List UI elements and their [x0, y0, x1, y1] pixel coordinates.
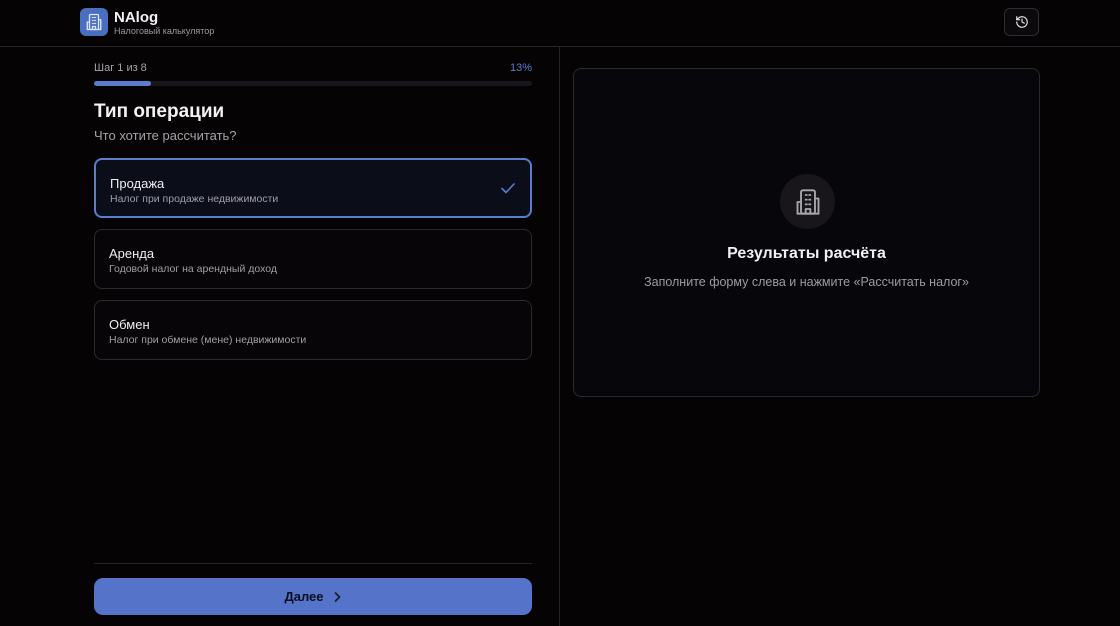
history-icon	[1015, 16, 1028, 28]
app-logo	[80, 8, 108, 36]
building-icon	[796, 188, 819, 215]
option-description: Налог при обмене (мене) недвижимости	[109, 334, 307, 346]
option-description: Налог при продаже недвижимости	[110, 193, 279, 205]
app-title: NAlog	[114, 9, 159, 26]
panel-divider	[559, 47, 560, 626]
app-subtitle: Налоговый калькулятор	[114, 26, 215, 36]
next-button-label: Далее	[284, 589, 324, 604]
option-rent[interactable]: Аренда Годовой налог на арендный доход	[94, 229, 532, 289]
option-title: Обмен	[109, 317, 150, 332]
option-sale[interactable]: Продажа Налог при продаже недвижимости	[94, 158, 532, 218]
history-button[interactable]	[1004, 8, 1039, 36]
results-hint: Заполните форму слева и нажмите «Рассчит…	[644, 275, 969, 289]
results-title: Результаты расчёта	[727, 245, 886, 262]
option-description: Годовой налог на арендный доход	[109, 263, 277, 275]
progress-percent: 13%	[509, 62, 532, 74]
next-button[interactable]: Далее	[94, 578, 532, 615]
option-title: Аренда	[109, 246, 155, 261]
checkmark-icon	[501, 183, 515, 194]
results-icon-container	[780, 174, 835, 229]
building-icon	[86, 13, 102, 31]
section-question: Что хотите рассчитать?	[94, 128, 237, 143]
footer-divider	[94, 563, 532, 564]
results-panel: Результаты расчёта Заполните форму слева…	[573, 68, 1040, 397]
chevron-right-icon	[334, 591, 340, 602]
step-indicator: Шаг 1 из 8	[94, 62, 147, 74]
progress-bar-fill	[94, 81, 151, 86]
option-title: Продажа	[110, 176, 165, 191]
progress-bar	[94, 81, 532, 86]
app-header: NAlog Налоговый калькулятор	[0, 0, 1120, 47]
section-title: Тип операции	[94, 101, 225, 122]
option-exchange[interactable]: Обмен Налог при обмене (мене) недвижимос…	[94, 300, 532, 360]
